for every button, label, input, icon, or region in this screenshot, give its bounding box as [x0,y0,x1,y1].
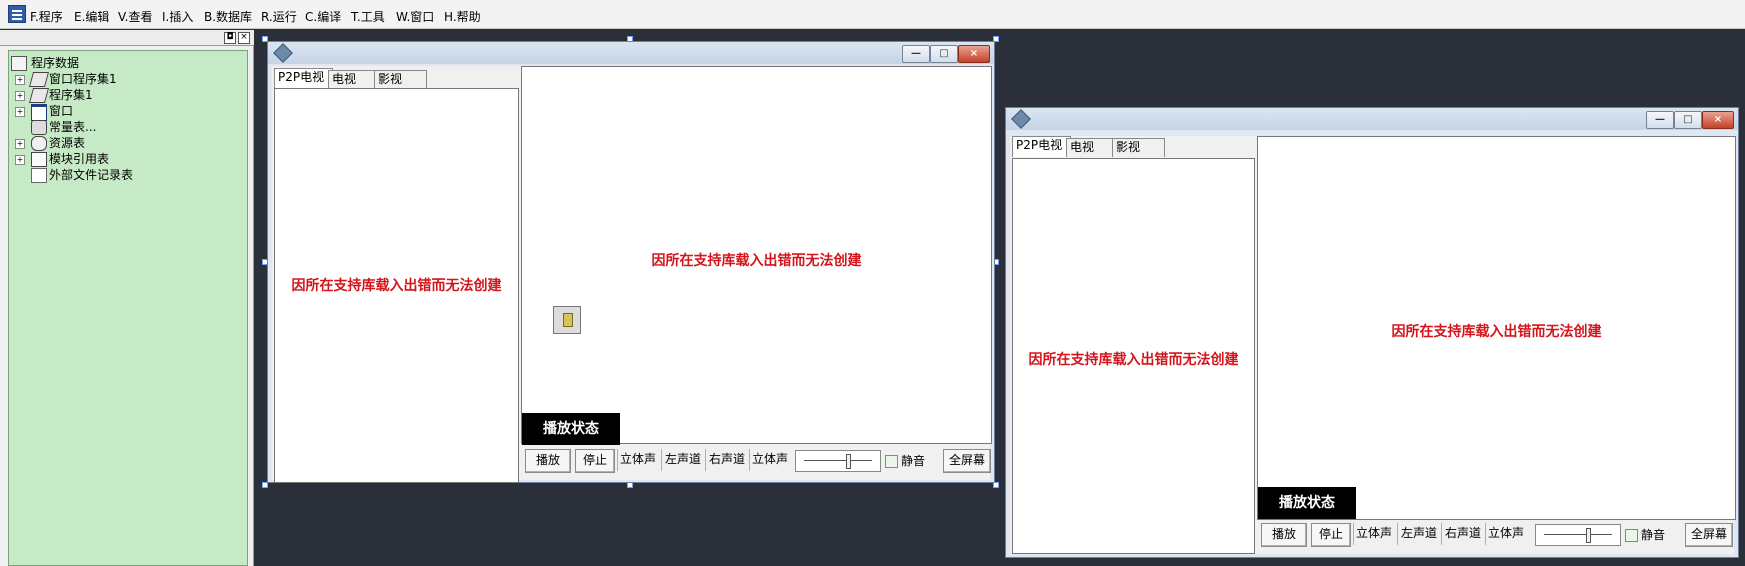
menu-run[interactable]: R.运行 [261,8,297,25]
window-app-icon [1011,109,1031,129]
window-app-icon [273,43,293,63]
menu-help[interactable]: H.帮助 [444,8,481,25]
assembly-icon [28,88,50,103]
stop-button[interactable]: 停止 [1311,523,1351,547]
menu-bar: F.程序 E.编辑 V.查看 I.插入 B.数据库 R.运行 C.编译 T.工具… [0,0,1745,29]
mute-checkbox[interactable] [1625,529,1638,542]
mute-checkbox[interactable] [885,455,898,468]
left-channel-button[interactable]: 左声道 [1397,523,1440,545]
constant-table-icon [31,120,47,135]
expand-icon[interactable]: + [15,139,25,149]
slider-thumb[interactable] [846,454,852,469]
minimize-button[interactable]: — [902,45,930,63]
design-window: — □ × P2P电视 电视 影视 因所在支持库载入出错而无法创建 因所在支持库… [267,41,995,483]
stereo-button[interactable]: 立体声 [1353,523,1394,545]
tab-movies[interactable]: 影视 [1112,138,1165,157]
expand-icon[interactable]: + [15,91,25,101]
video-panel[interactable]: 因所在支持库载入出错而无法创建 播放状态 [1257,136,1736,520]
tab-movies[interactable]: 影视 [374,70,427,89]
tree-item-external-files[interactable]: 外部文件记录表 [11,167,231,183]
panel-close-button[interactable]: × [238,32,250,44]
preview-window: — □ × P2P电视 电视 影视 因所在支持库载入出错而无法创建 因所在支持库… [1005,107,1739,558]
stereo-button-2[interactable]: 立体声 [749,449,790,471]
mute-label: 静音 [901,454,926,468]
menu-tools[interactable]: T.工具 [351,8,385,25]
slider-track [804,460,872,461]
channel-list-panel[interactable]: 因所在支持库载入出错而无法创建 [1012,158,1255,554]
stop-button[interactable]: 停止 [575,449,615,473]
slider-thumb[interactable] [1586,528,1592,543]
expand-icon[interactable]: + [15,107,25,117]
preview-window-client: P2P电视 电视 影视 因所在支持库载入出错而无法创建 因所在支持库载入出错而无… [1010,136,1736,554]
external-file-icon [31,168,47,183]
menu-window[interactable]: W.窗口 [396,8,434,25]
resource-table-icon [31,136,47,151]
tree-item-module-reference[interactable]: + 模块引用表 [11,151,231,167]
video-panel[interactable]: 因所在支持库载入出错而无法创建 播放状态 [521,66,992,445]
volume-slider[interactable] [795,450,881,472]
tree-item-constants[interactable]: 常量表... [11,119,231,135]
error-message: 因所在支持库载入出错而无法创建 [291,278,502,294]
play-button[interactable]: 播放 [525,449,571,473]
left-channel-button[interactable]: 左声道 [661,449,704,471]
panel-dock-button[interactable]: ◘ [224,32,236,44]
expand-icon[interactable]: + [15,155,25,165]
play-button[interactable]: 播放 [1261,523,1307,547]
panel-header: ◘ × [0,30,254,46]
mute-label: 静音 [1641,528,1666,542]
project-panel: ◘ × 程序数据 + 窗口程序集1 + 程序集1 + 窗口 常量表... + 资… [0,30,254,566]
expand-icon[interactable]: + [15,75,25,85]
project-tree: 程序数据 + 窗口程序集1 + 程序集1 + 窗口 常量表... + 资源表 + [8,50,248,566]
tab-p2p-tv[interactable]: P2P电视 [1012,136,1071,157]
tab-tv[interactable]: 电视 [328,70,379,89]
status-badge: 播放状态 [522,413,620,445]
right-channel-button[interactable]: 右声道 [1441,523,1484,545]
maximize-button[interactable]: □ [1674,111,1702,129]
close-button[interactable]: × [958,45,990,63]
tree-item-resources[interactable]: + 资源表 [11,135,231,151]
maximize-button[interactable]: □ [930,45,958,63]
volume-slider[interactable] [1535,524,1621,546]
stereo-button[interactable]: 立体声 [617,449,658,471]
tree-item-assembly[interactable]: + 程序集1 [11,87,231,103]
error-message: 因所在支持库载入出错而无法创建 [1391,324,1602,340]
fullscreen-button[interactable]: 全屏幕 [1685,523,1733,547]
fullscreen-button[interactable]: 全屏幕 [943,449,991,473]
tab-p2p-tv[interactable]: P2P电视 [274,68,333,89]
program-data-icon [11,56,27,71]
tab-bar: P2P电视 电视 影视 [274,68,427,89]
app-logo-icon[interactable] [8,5,26,23]
design-window-client: P2P电视 电视 影视 因所在支持库载入出错而无法创建 因所在支持库载入出错而无… [272,66,992,483]
control-bar: 播放 停止 立体声 左声道 右声道 立体声 静音 全屏幕 [521,446,991,478]
tab-tv[interactable]: 电视 [1066,138,1117,157]
module-reference-icon [31,152,47,167]
error-message: 因所在支持库载入出错而无法创建 [651,253,862,269]
menu-database[interactable]: B.数据库 [204,8,252,25]
slider-track [1544,534,1612,535]
menu-insert[interactable]: I.插入 [162,8,193,25]
tree-item-window[interactable]: + 窗口 [11,103,231,121]
control-bar: 播放 停止 立体声 左声道 右声道 立体声 静音 全屏幕 [1257,520,1734,552]
minimize-button[interactable]: — [1646,111,1674,129]
menu-compile[interactable]: C.编译 [305,8,341,25]
tree-item-window-assembly[interactable]: + 窗口程序集1 [11,71,231,87]
window-assembly-icon [28,72,50,87]
preview-window-titlebar[interactable]: — □ × [1006,108,1738,130]
menu-program[interactable]: F.程序 [30,8,63,25]
error-message: 因所在支持库载入出错而无法创建 [1028,352,1239,368]
tab-bar: P2P电视 电视 影视 [1012,136,1165,157]
menu-view[interactable]: V.查看 [118,8,152,25]
design-window-titlebar[interactable]: — □ × [268,42,994,64]
status-badge: 播放状态 [1258,487,1356,519]
audio-component-icon[interactable] [553,306,581,334]
channel-list-panel[interactable]: 因所在支持库载入出错而无法创建 [274,88,519,483]
right-channel-button[interactable]: 右声道 [705,449,748,471]
stereo-button-2[interactable]: 立体声 [1485,523,1526,545]
close-button[interactable]: × [1702,111,1734,129]
menu-edit[interactable]: E.编辑 [74,8,109,25]
